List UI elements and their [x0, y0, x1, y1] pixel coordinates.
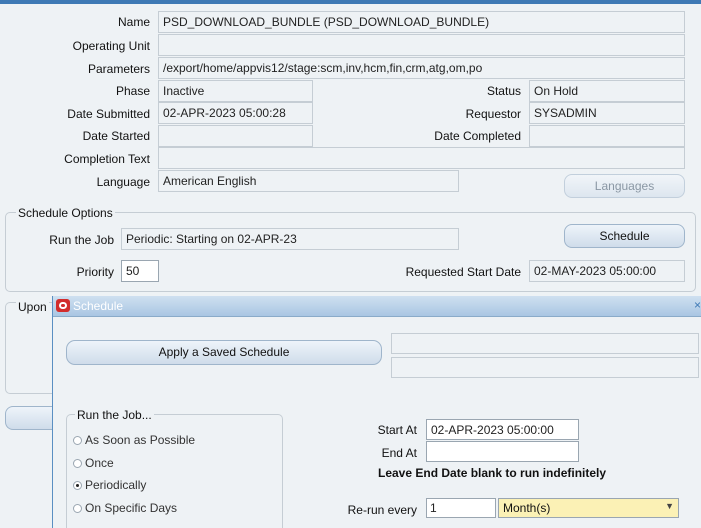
radio-button-icon[interactable]	[73, 504, 82, 513]
oracle-logo-icon	[56, 299, 70, 312]
priority-field[interactable]: 50	[121, 260, 159, 282]
languages-button[interactable]: Languages	[564, 174, 685, 198]
rerun-unit-value: Month(s)	[503, 501, 551, 515]
rerun-every-label: Re-run every	[347, 503, 417, 517]
close-icon[interactable]: ×	[694, 298, 701, 312]
option-label: On Specific Days	[85, 501, 178, 515]
schedule-button[interactable]: Schedule	[564, 224, 685, 248]
operating-unit-field[interactable]	[158, 34, 685, 56]
date-started-label: Date Started	[82, 129, 150, 143]
completion-text-label: Completion Text	[64, 152, 150, 166]
date-completed-field[interactable]	[529, 125, 685, 147]
date-submitted-label: Date Submitted	[67, 107, 150, 121]
requested-start-date-label: Requested Start Date	[405, 265, 521, 279]
operating-unit-label: Operating Unit	[72, 39, 150, 53]
date-submitted-field[interactable]: 02-APR-2023 05:00:28	[158, 102, 313, 124]
run-the-job-field[interactable]: Periodic: Starting on 02-APR-23	[121, 228, 459, 250]
start-at-label: Start At	[377, 423, 417, 437]
schedule-window: Schedule × Apply a Saved Schedule Run th…	[52, 296, 701, 528]
requestor-label: Requestor	[465, 107, 521, 121]
upon-completion-title: Upon	[16, 300, 49, 314]
schedule-options-title: Schedule Options	[16, 206, 115, 220]
start-at-field[interactable]: 02-APR-2023 05:00:00	[426, 419, 579, 440]
schedule-window-title-bar[interactable]: Schedule ×	[53, 296, 701, 317]
option-label: Periodically	[85, 478, 147, 492]
phase-field[interactable]: Inactive	[158, 80, 313, 102]
end-at-field[interactable]	[426, 441, 579, 462]
requestor-field[interactable]: SYSADMIN	[529, 102, 685, 124]
parameters-label: Parameters	[87, 62, 150, 76]
end-date-note: Leave End Date blank to run indefinitely	[378, 466, 607, 480]
schedule-window-title: Schedule	[73, 299, 124, 313]
apply-saved-schedule-button[interactable]: Apply a Saved Schedule	[66, 340, 382, 365]
run-the-job-label: Run the Job	[49, 233, 114, 247]
status-field[interactable]: On Hold	[529, 80, 685, 102]
schedule-window-body: Apply a Saved Schedule Run the Job... As…	[53, 317, 701, 528]
name-field[interactable]: PSD_DOWNLOAD_BUNDLE (PSD_DOWNLOAD_BUNDLE…	[158, 11, 685, 33]
end-at-label: End At	[381, 446, 417, 460]
radio-button-icon[interactable]	[73, 459, 82, 468]
date-completed-label: Date Completed	[434, 129, 521, 143]
name-label: Name	[117, 15, 150, 29]
requested-start-date-field[interactable]: 02-MAY-2023 05:00:00	[529, 260, 685, 282]
option-periodically[interactable]: Periodically	[73, 478, 146, 492]
priority-label: Priority	[76, 265, 114, 279]
saved-schedule-name-field[interactable]	[391, 333, 699, 354]
radio-button-selected-icon[interactable]	[73, 481, 82, 490]
date-started-field[interactable]	[158, 125, 313, 147]
option-once[interactable]: Once	[73, 456, 114, 470]
option-on-specific-days[interactable]: On Specific Days	[73, 501, 177, 515]
option-as-soon-as-possible[interactable]: As Soon as Possible	[73, 433, 195, 447]
rerun-interval-field[interactable]: 1	[426, 498, 496, 518]
radio-button-icon[interactable]	[73, 436, 82, 445]
option-label: As Soon as Possible	[85, 433, 196, 447]
parameters-field[interactable]: /export/home/appvis12/stage:scm,inv,hcm,…	[158, 57, 685, 79]
rerun-unit-select[interactable]: Month(s) ▼	[498, 498, 679, 518]
phase-label: Phase	[115, 84, 150, 98]
run-the-job-options-title: Run the Job...	[75, 408, 154, 422]
status-label: Status	[486, 84, 521, 98]
saved-schedule-description-field[interactable]	[391, 357, 699, 378]
option-label: Once	[85, 456, 114, 470]
chevron-down-icon[interactable]: ▼	[665, 501, 674, 511]
language-field[interactable]: American English	[158, 170, 459, 192]
language-label: Language	[96, 175, 150, 189]
completion-text-field[interactable]	[158, 147, 685, 169]
